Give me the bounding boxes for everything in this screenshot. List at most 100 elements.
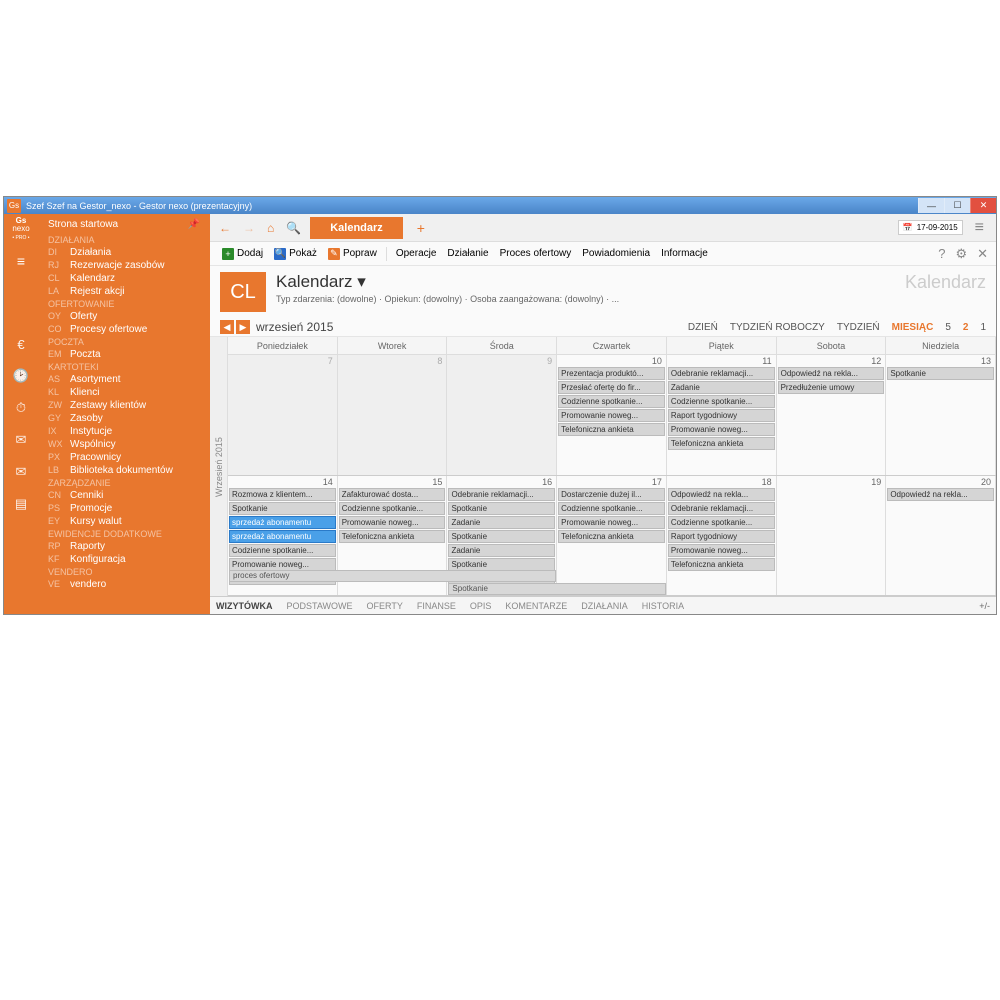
- prev-month-button[interactable]: ◀: [220, 320, 234, 334]
- span-event[interactable]: proces ofertowy: [229, 570, 556, 582]
- calendar-day[interactable]: 10Prezentacja produktó...Przesłać ofertę…: [557, 355, 667, 475]
- calendar-event[interactable]: Raport tygodniowy: [668, 409, 775, 422]
- close-panel-icon[interactable]: ✕: [977, 246, 988, 262]
- detail-tab[interactable]: OFERTY: [367, 601, 403, 611]
- calendar-event[interactable]: Codzienne spotkanie...: [558, 502, 665, 515]
- view-option[interactable]: 1: [980, 322, 986, 333]
- info-menu[interactable]: Informacje: [657, 248, 712, 259]
- calendar-day[interactable]: 11Odebranie reklamacji...ZadanieCodzienn…: [667, 355, 777, 475]
- currency-icon[interactable]: €: [17, 337, 24, 352]
- calendar-event[interactable]: Odpowiedź na rekla...: [778, 367, 885, 380]
- calendar-event[interactable]: Odpowiedź na rekla...: [668, 488, 775, 501]
- calendar-event[interactable]: Promowanie noweg...: [668, 544, 775, 557]
- sidebar-item[interactable]: COProcesy ofertowe: [38, 323, 210, 336]
- sidebar-item[interactable]: CLKalendarz: [38, 272, 210, 285]
- calendar-event[interactable]: Spotkanie: [448, 502, 555, 515]
- sidebar-item[interactable]: PSPromocje: [38, 502, 210, 515]
- sidebar-item[interactable]: EYKursy walut: [38, 515, 210, 528]
- sidebar-item[interactable]: DIDziałania: [38, 246, 210, 259]
- view-option[interactable]: TYDZIEŃ ROBOCZY: [730, 322, 825, 333]
- calendar-event[interactable]: Codzienne spotkanie...: [668, 516, 775, 529]
- sidebar-item[interactable]: ZWZestawy klientów: [38, 399, 210, 412]
- sidebar-item[interactable]: RJRezerwacje zasobów: [38, 259, 210, 272]
- calendar-event[interactable]: Odebranie reklamacji...: [668, 502, 775, 515]
- clock-icon[interactable]: 🕑: [13, 368, 29, 384]
- view-option[interactable]: DZIEŃ: [688, 322, 718, 333]
- calendar-event[interactable]: Przesłać ofertę do fir...: [558, 381, 665, 394]
- sidebar-item[interactable]: RPRaporty: [38, 540, 210, 553]
- calendar-day[interactable]: 13Spotkanie: [886, 355, 996, 475]
- minimize-button[interactable]: —: [918, 198, 944, 213]
- sidebar-item[interactable]: CNCenniki: [38, 489, 210, 502]
- view-option[interactable]: MIESIĄC: [892, 322, 934, 333]
- calendar-event[interactable]: Spotkanie: [229, 502, 336, 515]
- close-button[interactable]: ✕: [970, 198, 996, 213]
- calendar-event[interactable]: Dostarczenie dużej il...: [558, 488, 665, 501]
- calendar-event[interactable]: sprzedaż abonamentu: [229, 530, 336, 543]
- sidebar-item[interactable]: EMPoczta: [38, 348, 210, 361]
- sidebar-item[interactable]: KLKlienci: [38, 386, 210, 399]
- detail-tab[interactable]: DZIAŁANIA: [581, 601, 628, 611]
- calendar-event[interactable]: Spotkanie: [448, 558, 555, 571]
- calendar-event[interactable]: Spotkanie: [887, 367, 994, 380]
- detail-tab[interactable]: WIZYTÓWKA: [216, 601, 273, 611]
- show-button[interactable]: 🔍Pokaż: [270, 248, 321, 260]
- calendar-event[interactable]: Zadanie: [668, 381, 775, 394]
- calendar-event[interactable]: Telefoniczna ankieta: [339, 530, 446, 543]
- calendar-event[interactable]: Telefoniczna ankieta: [558, 530, 665, 543]
- sidebar-item[interactable]: IXInstytucje: [38, 425, 210, 438]
- view-option[interactable]: 5: [945, 322, 951, 333]
- calendar-event[interactable]: Odebranie reklamacji...: [448, 488, 555, 501]
- calendar-event[interactable]: Codzienne spotkanie...: [558, 395, 665, 408]
- calendar-event[interactable]: Zadanie: [448, 544, 555, 557]
- help-icon[interactable]: ?: [938, 246, 945, 262]
- mail-out-icon[interactable]: ✉: [16, 432, 27, 448]
- pin-icon[interactable]: 📌: [188, 219, 200, 230]
- calendar-event[interactable]: Promowanie noweg...: [558, 409, 665, 422]
- calendar-event[interactable]: Telefoniczna ankieta: [668, 437, 775, 450]
- more-icon[interactable]: ≡: [969, 219, 990, 237]
- add-button[interactable]: +Dodaj: [218, 248, 267, 260]
- view-option[interactable]: 2: [963, 322, 969, 333]
- proc-menu[interactable]: Proces ofertowy: [496, 248, 576, 259]
- page-title[interactable]: Kalendarz ▾: [276, 272, 619, 292]
- calendar-event[interactable]: Odebranie reklamacji...: [668, 367, 775, 380]
- calendar-event[interactable]: Promowanie noweg...: [229, 558, 336, 571]
- toggle-icon[interactable]: +/-: [979, 601, 990, 611]
- search-icon[interactable]: 🔍: [283, 221, 304, 235]
- calendar-event[interactable]: Promowanie noweg...: [668, 423, 775, 436]
- back-icon[interactable]: ←: [216, 221, 234, 235]
- calendar-event[interactable]: Rozmowa z klientem...: [229, 488, 336, 501]
- calendar-event[interactable]: Telefoniczna ankieta: [668, 558, 775, 571]
- fwd-icon[interactable]: →: [240, 221, 258, 235]
- next-month-button[interactable]: ▶: [236, 320, 250, 334]
- sidebar-item[interactable]: PXPracownicy: [38, 451, 210, 464]
- calendar-event[interactable]: Odpowiedź na rekla...: [887, 488, 994, 501]
- act-menu[interactable]: Działanie: [443, 248, 492, 259]
- calendar-day[interactable]: 9: [447, 355, 557, 475]
- filter-summary[interactable]: Typ zdarzenia: (dowolne) · Opiekun: (dow…: [276, 294, 619, 304]
- calendar-day[interactable]: 17Dostarczenie dużej il...Codzienne spot…: [557, 476, 667, 596]
- calendar-event[interactable]: Przedłużenie umowy: [778, 381, 885, 394]
- detail-tab[interactable]: OPIS: [470, 601, 492, 611]
- span-event[interactable]: Spotkanie: [448, 583, 665, 595]
- calendar-event[interactable]: Telefoniczna ankieta: [558, 423, 665, 436]
- new-tab-button[interactable]: +: [409, 220, 433, 236]
- sidebar-item[interactable]: GYZasoby: [38, 412, 210, 425]
- mail-icon[interactable]: ✉: [16, 464, 27, 480]
- sidebar-item[interactable]: KFKonfiguracja: [38, 553, 210, 566]
- calendar-day[interactable]: 8: [338, 355, 448, 475]
- calendar-event[interactable]: Codzienne spotkanie...: [668, 395, 775, 408]
- ops-menu[interactable]: Operacje: [392, 248, 441, 259]
- tab-kalendarz[interactable]: Kalendarz: [310, 217, 403, 239]
- calendar-event[interactable]: sprzedaż abonamentu: [229, 516, 336, 529]
- home-link[interactable]: Strona startowa: [48, 219, 118, 230]
- sidebar-item[interactable]: WXWspólnicy: [38, 438, 210, 451]
- calendar-event[interactable]: Spotkanie: [448, 530, 555, 543]
- calendar-event[interactable]: Promowanie noweg...: [339, 516, 446, 529]
- calendar-day[interactable]: 20Odpowiedź na rekla...: [886, 476, 996, 596]
- calendar-event[interactable]: Prezentacja produktó...: [558, 367, 665, 380]
- calendar-event[interactable]: Codzienne spotkanie...: [229, 544, 336, 557]
- timer-icon[interactable]: ⏱: [16, 400, 26, 416]
- detail-tab[interactable]: HISTORIA: [642, 601, 684, 611]
